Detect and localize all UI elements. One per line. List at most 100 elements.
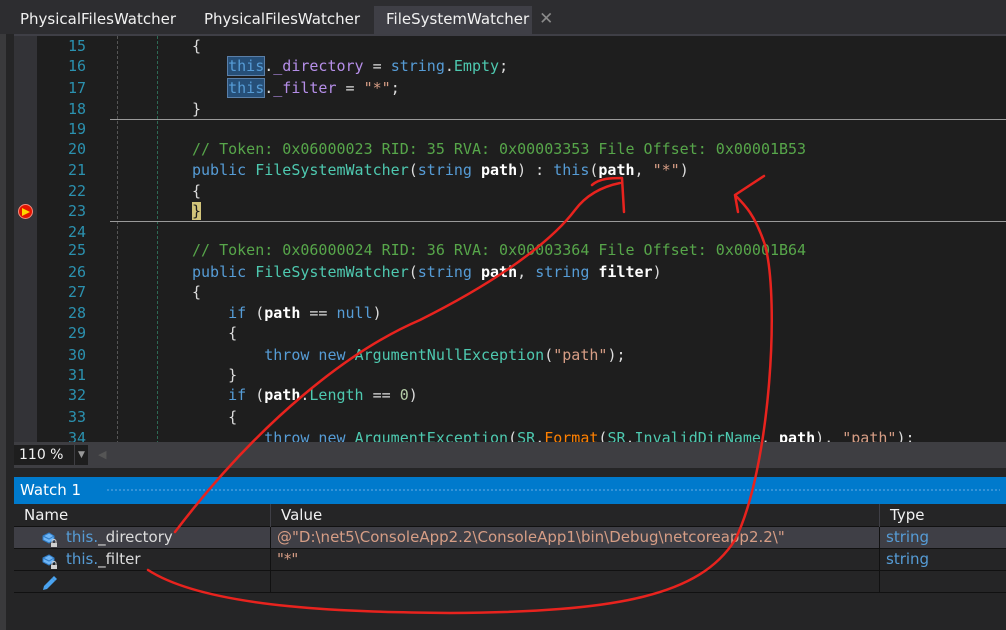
code-token: ), (815, 429, 843, 442)
watch-name-cell[interactable] (66, 571, 270, 592)
line-number: 22 (67, 182, 86, 200)
code-token: ( (544, 346, 554, 364)
watch-empty-area[interactable] (14, 594, 1006, 630)
code-token: path (264, 386, 301, 404)
code-line[interactable]: 18} (14, 99, 1006, 120)
code-line[interactable]: 16 this._directory = string.Empty; (14, 56, 1006, 77)
code-token: "path" (842, 429, 897, 442)
code-token: null (336, 304, 373, 322)
line-number: 34 (67, 429, 86, 442)
code-line[interactable]: 27 { (14, 282, 1006, 303)
code-line[interactable]: 15 { (14, 36, 1006, 57)
code-text: } (192, 365, 237, 386)
variable-name: _filter (98, 550, 141, 568)
line-number: 31 (67, 366, 86, 384)
code-editor[interactable]: 15{16 this._directory = string.Empty; 17 … (14, 34, 1006, 442)
code-line[interactable]: 34 throw new ArgumentException(SR.Format… (14, 428, 1006, 442)
edit-pencil-icon (43, 576, 57, 590)
code-token: , (634, 161, 653, 179)
code-line[interactable]: 22 { (14, 181, 1006, 202)
code-token: == (363, 386, 400, 404)
code-token: ( (408, 161, 418, 179)
zoom-level-field[interactable]: 110 % (14, 445, 74, 465)
watch-value-cell[interactable]: @"D:\net5\ConsoleApp2.2\ConsoleApp1\bin\… (270, 527, 879, 548)
watch-name-cell[interactable]: this._directory (66, 527, 270, 548)
code-text: this._filter = "*"; (192, 78, 400, 99)
column-header-type[interactable]: Type (879, 504, 1006, 527)
code-token: public (192, 161, 256, 179)
watch-value-cell[interactable]: "*" (270, 549, 879, 570)
scroll-left-icon[interactable]: ◀ (98, 445, 106, 465)
close-icon[interactable]: ✕ (539, 6, 553, 33)
code-token: Length (309, 386, 364, 404)
watch-name-cell[interactable]: this._filter (66, 549, 270, 570)
line-number: 21 (67, 161, 86, 179)
code-token: public (192, 263, 256, 281)
document-tab-strip: PhysicalFilesWatcher PhysicalFilesWatche… (0, 0, 1006, 34)
column-header-name[interactable]: Name (14, 504, 270, 527)
line-number: 15 (67, 37, 86, 55)
code-token: if (228, 304, 256, 322)
line-number: 16 (67, 57, 86, 75)
tab-physicalfileswatcher-2[interactable]: PhysicalFilesWatcher (192, 6, 372, 34)
code-token: = (336, 79, 364, 97)
tab-physicalfileswatcher-1[interactable]: PhysicalFilesWatcher (8, 6, 188, 34)
tab-label: PhysicalFilesWatcher (204, 10, 361, 28)
code-line[interactable]: 31 } (14, 365, 1006, 386)
line-number: 19 (67, 120, 86, 138)
code-text: public FileSystemWatcher(string path) : … (192, 160, 689, 181)
code-token: "*" (363, 79, 391, 97)
code-text: this._directory = string.Empty; (192, 56, 508, 77)
code-line[interactable]: 25 // Token: 0x06000024 RID: 36 RVA: 0x00… (14, 240, 1006, 261)
watch-row[interactable]: this._filter "*" string (14, 549, 1006, 571)
code-token: ( (255, 386, 265, 404)
code-line[interactable]: 23} (14, 201, 1006, 222)
watch-value-cell[interactable] (270, 571, 879, 592)
code-text: { (192, 181, 201, 202)
code-token: } (192, 202, 202, 220)
code-token: this (553, 161, 590, 179)
code-line[interactable]: 19 (14, 119, 1006, 140)
code-line[interactable]: 17 this._filter = "*"; (14, 78, 1006, 99)
watch-row[interactable] (14, 571, 1006, 593)
code-token: ( (408, 263, 418, 281)
current-statement-breakpoint-icon[interactable] (18, 204, 33, 219)
watch-title-label: Watch 1 (20, 481, 82, 499)
chevron-down-icon[interactable]: ▼ (74, 445, 88, 465)
code-token: path (264, 304, 301, 322)
code-line[interactable]: 21 public FileSystemWatcher(string path) … (14, 160, 1006, 181)
code-token: path (481, 161, 518, 179)
watch-type-cell (879, 571, 1006, 592)
code-token: throw new (264, 346, 355, 364)
line-number: 23 (67, 202, 86, 220)
code-line[interactable]: 20 // Token: 0x06000023 RID: 35 RVA: 0x00… (14, 139, 1006, 160)
code-line[interactable]: 29 { (14, 323, 1006, 344)
code-line[interactable]: 33 { (14, 407, 1006, 428)
code-text: if (path.Length == 0) (192, 385, 418, 406)
watch-panel-title[interactable]: Watch 1 (14, 477, 1006, 504)
code-token: "*" (652, 161, 680, 179)
code-token: this (227, 56, 266, 76)
tab-filesystemwatcher[interactable]: FileSystemWatcher ✕ (374, 6, 553, 34)
code-text: // Token: 0x06000024 RID: 36 RVA: 0x0000… (192, 240, 806, 261)
code-token: Empty (453, 57, 500, 75)
column-header-value[interactable]: Value (270, 504, 879, 527)
code-line[interactable]: 28 if (path == null) (14, 303, 1006, 324)
code-line[interactable]: 30 throw new ArgumentNullException("path… (14, 345, 1006, 366)
line-number: 27 (67, 283, 86, 301)
code-token: . (625, 429, 635, 442)
code-token: { (192, 182, 202, 200)
code-line[interactable]: 32 if (path.Length == 0) (14, 385, 1006, 406)
code-token: { (192, 283, 202, 301)
code-token: } (192, 366, 238, 384)
code-token: FileSystemWatcher (255, 161, 409, 179)
watch-row[interactable]: this._directory @"D:\net5\ConsoleApp2.2\C… (14, 527, 1006, 549)
code-token: ) (652, 263, 662, 281)
code-token: Format (544, 429, 599, 442)
code-token: path (779, 429, 816, 442)
code-token: . (535, 429, 545, 442)
code-line[interactable]: 26 public FileSystemWatcher(string path, … (14, 262, 1006, 283)
